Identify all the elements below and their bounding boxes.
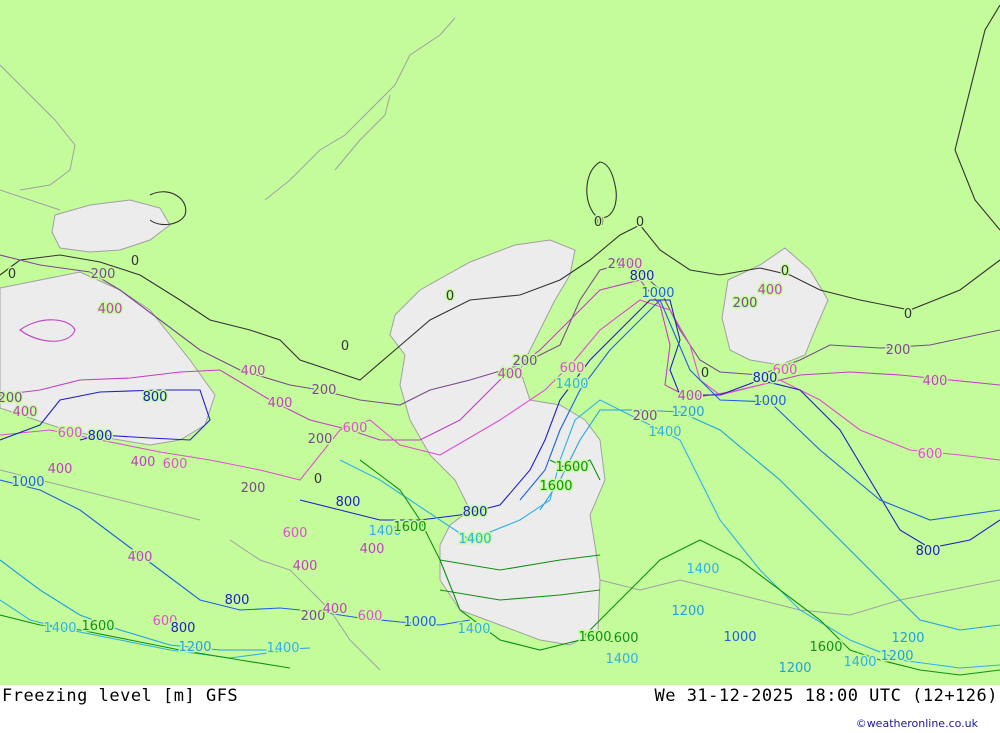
contour-label-600: 600 xyxy=(58,426,83,441)
contour-label-1000: 1000 xyxy=(403,615,436,630)
contour-label-400: 400 xyxy=(758,283,783,298)
contour-label-200: 200 xyxy=(886,343,911,358)
contour-label-1400: 1400 xyxy=(457,622,490,637)
contour-label-1200: 1200 xyxy=(778,661,811,676)
contour-label-200: 200 xyxy=(308,432,333,447)
valid-time: We 31-12-2025 18:00 UTC (12+126) xyxy=(654,686,998,706)
contour-label-600: 600 xyxy=(283,526,308,541)
contour-label-1400: 1400 xyxy=(843,655,876,670)
contour-label-200: 200 xyxy=(0,391,22,406)
contour-label-400: 400 xyxy=(268,396,293,411)
product-title: Freezing level [m] GFS xyxy=(2,686,239,706)
contour-label-800: 800 xyxy=(916,544,941,559)
contour-label-1400: 1400 xyxy=(648,425,681,440)
contour-label-400: 400 xyxy=(498,367,523,382)
contour-label-1200: 1200 xyxy=(891,631,924,646)
contour-label-800: 800 xyxy=(88,429,113,444)
contour-label-1200: 1200 xyxy=(671,405,704,420)
contour-label-400: 400 xyxy=(98,302,123,317)
contour-label-1600: 1600 xyxy=(809,640,842,655)
contour-label-1400: 1400 xyxy=(43,621,76,636)
contour-label-400: 400 xyxy=(48,462,73,477)
contour-label-1600: 1600 xyxy=(393,520,426,535)
contour-label-1600: 1600 xyxy=(555,460,588,475)
contour-label-600: 600 xyxy=(358,609,383,624)
contour-label-1200: 1200 xyxy=(178,640,211,655)
contour-label-800: 800 xyxy=(143,390,168,405)
contour-label-800: 800 xyxy=(630,269,655,284)
contour-label-1600: 1600 xyxy=(81,619,114,634)
freezing-level-map: 000000 0000020020020020020020020020020020… xyxy=(0,0,1000,685)
contour-label-400: 400 xyxy=(923,374,948,389)
contour-label-800: 800 xyxy=(753,371,778,386)
contour-label-400: 400 xyxy=(678,389,703,404)
contour-label-800: 800 xyxy=(463,505,488,520)
contour-label-200: 200 xyxy=(241,481,266,496)
contour-label-0: 0 xyxy=(8,267,16,282)
contour-label-1400: 1400 xyxy=(458,532,491,547)
contour-label-1400: 1400 xyxy=(605,652,638,667)
footer-bar: Freezing level [m] GFS We 31-12-2025 18:… xyxy=(0,685,1000,733)
contour-label-600: 600 xyxy=(560,361,585,376)
contour-label-600: 600 xyxy=(163,457,188,472)
contour-label-200: 200 xyxy=(91,267,116,282)
contour-label-400: 400 xyxy=(293,559,318,574)
contour-label-400: 400 xyxy=(241,364,266,379)
contour-label-200: 200 xyxy=(733,296,758,311)
contour-label-1000: 1000 xyxy=(723,630,756,645)
contour-label-0: 0 xyxy=(904,307,912,322)
contour-label-800: 800 xyxy=(225,593,250,608)
contour-label-1600: 1600 xyxy=(578,630,611,645)
contour-label-0: 0 xyxy=(701,366,709,381)
contour-label-1000: 1000 xyxy=(11,475,44,490)
contour-label-0: 0 xyxy=(781,264,789,279)
contour-label-400: 400 xyxy=(131,455,156,470)
contour-label-1000: 1000 xyxy=(753,394,786,409)
contour-label-1200: 1200 xyxy=(671,604,704,619)
contour-label-400: 400 xyxy=(13,405,38,420)
contour-label-0: 0 xyxy=(446,289,454,304)
contour-label-0: 0 xyxy=(314,472,322,487)
contour-label-200: 200 xyxy=(312,383,337,398)
contour-label-600: 600 xyxy=(343,421,368,436)
contour-label-800: 800 xyxy=(171,621,196,636)
contour-label-0: 0 xyxy=(636,215,644,230)
contour-label-400: 400 xyxy=(360,542,385,557)
contour-label-1600: 1600 xyxy=(539,479,572,494)
contour-label-600: 600 xyxy=(918,447,943,462)
contour-label-0: 0 xyxy=(594,215,602,230)
contour-label-0: 0 xyxy=(341,339,349,354)
contour-label-800: 800 xyxy=(336,495,361,510)
contour-label-1400: 1400 xyxy=(555,377,588,392)
credit-link[interactable]: ©weatheronline.co.uk xyxy=(856,717,978,730)
contour-label-1400: 1400 xyxy=(266,641,299,656)
contour-label-1200: 1200 xyxy=(880,649,913,664)
contour-label-1000: 1000 xyxy=(641,286,674,301)
contour-label-1400: 1400 xyxy=(686,562,719,577)
contour-label-400: 400 xyxy=(323,602,348,617)
contour-label-400: 400 xyxy=(128,550,153,565)
contour-label-200: 200 xyxy=(633,409,658,424)
contour-label-0: 0 xyxy=(131,254,139,269)
